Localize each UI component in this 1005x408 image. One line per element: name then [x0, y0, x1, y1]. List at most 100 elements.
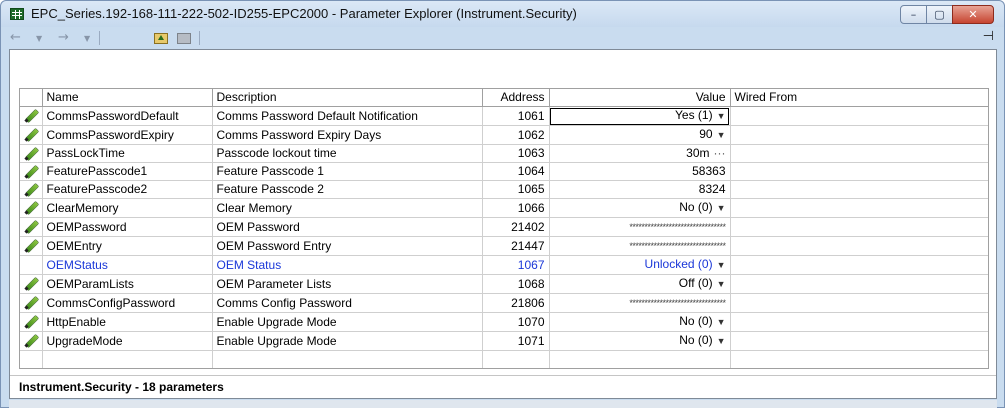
ellipsis-button[interactable]: ··· — [714, 146, 726, 160]
back-arrow-icon[interactable]: ← — [10, 30, 21, 46]
dropdown-arrow-icon[interactable]: ▼ — [717, 111, 726, 121]
table-row[interactable]: HttpEnable Enable Upgrade Mode 1070 No (0) ▼ — [20, 312, 988, 332]
dropdown-arrow-icon[interactable]: ▼ — [717, 130, 726, 140]
param-value-cell[interactable]: 30m ··· — [549, 144, 731, 163]
param-name: OEMPassword — [42, 217, 213, 237]
value-column-header[interactable]: Value — [549, 89, 731, 107]
pencil-icon — [24, 128, 38, 142]
pin-icon[interactable]: ⊣ — [983, 29, 994, 44]
param-value-cell[interactable]: No (0) ▼ — [549, 331, 731, 351]
address-column-header[interactable]: Address — [482, 89, 550, 107]
header-row: Name Description Address Value Wired Fro… — [20, 89, 988, 107]
dropdown-arrow-icon[interactable]: ▼ — [717, 317, 726, 327]
param-value-cell[interactable]: Yes (1) ▼ — [549, 106, 731, 126]
table-row[interactable]: FeaturePasscode2 Feature Passcode 2 1065 83… — [20, 180, 988, 199]
row-icon-cell — [20, 293, 43, 313]
dropdown-arrow-icon[interactable]: ▼ — [717, 279, 726, 289]
param-name: UpgradeMode — [42, 331, 213, 351]
name-column-header[interactable]: Name — [42, 89, 213, 107]
minimize-button[interactable]: – — [900, 5, 927, 24]
param-value-cell[interactable]: Unlocked (0) ▼ — [549, 255, 731, 275]
param-description: Comms Password Expiry Days — [212, 125, 483, 145]
row-icon-cell — [20, 255, 43, 275]
param-description: OEM Status — [212, 255, 483, 275]
toolbar-separator — [199, 31, 200, 45]
description-column-header[interactable]: Description — [212, 89, 483, 107]
param-description: Enable Upgrade Mode — [212, 312, 483, 332]
param-value: Yes (1) — [675, 108, 713, 122]
param-value-cell[interactable]: 90 ▼ — [549, 125, 731, 145]
row-icon-cell — [20, 106, 43, 126]
status-bar: Instrument.Security - 18 parameters — [10, 375, 996, 397]
row-icon-cell — [20, 162, 43, 181]
param-value-cell[interactable]: ******************************** — [549, 293, 731, 313]
param-description: OEM Password Entry — [212, 236, 483, 256]
dropdown-arrow-icon[interactable]: ▼ — [717, 203, 726, 213]
param-address: 1061 — [482, 106, 550, 126]
icon-column-header[interactable] — [20, 89, 43, 107]
param-name: CommsConfigPassword — [42, 293, 213, 313]
empty-cell — [42, 350, 213, 368]
table-row[interactable]: PassLockTime Passcode lockout time 1063 30m… — [20, 144, 988, 163]
param-value-cell[interactable]: 8324 — [549, 180, 731, 199]
param-wired-from — [730, 180, 988, 199]
table-row[interactable]: UpgradeMode Enable Upgrade Mode 1071 No (0)… — [20, 331, 988, 351]
dropdown-arrow-icon[interactable]: ▼ — [717, 336, 726, 346]
title-bar[interactable]: EPC_Series.192-168-111-222-502-ID255-EPC… — [1, 1, 1004, 27]
horizontal-scrollbar[interactable] — [9, 400, 997, 408]
param-value-cell[interactable]: No (0) ▼ — [549, 198, 731, 218]
parameter-panel: Name Description Address Value Wired Fro… — [9, 49, 997, 399]
pencil-icon — [24, 165, 38, 179]
empty-cell — [730, 350, 988, 368]
row-icon-cell — [20, 236, 43, 256]
param-wired-from — [730, 217, 988, 237]
param-address: 1071 — [482, 331, 550, 351]
forward-history-dropdown-icon[interactable]: ▼ — [84, 31, 90, 47]
minimize-icon: – — [910, 8, 917, 21]
maximize-button[interactable]: ▢ — [926, 5, 953, 24]
param-name: OEMParamLists — [42, 274, 213, 294]
param-value: Unlocked (0) — [644, 257, 713, 271]
param-address: 1062 — [482, 125, 550, 145]
parent-folder-icon[interactable] — [154, 33, 168, 44]
forward-arrow-icon[interactable]: → — [58, 30, 69, 46]
table-row[interactable]: FeaturePasscode1 Feature Passcode 1 1064 58… — [20, 162, 988, 181]
table-row[interactable]: ClearMemory Clear Memory 1066 No (0) ▼ — [20, 198, 988, 218]
param-wired-from — [730, 106, 988, 126]
grid-app-icon — [10, 8, 24, 20]
pencil-icon — [24, 109, 38, 123]
back-history-dropdown-icon[interactable]: ▼ — [36, 31, 42, 47]
pencil-icon — [24, 315, 38, 329]
table-row[interactable]: CommsConfigPassword Comms Config Password… — [20, 293, 988, 313]
param-wired-from — [730, 144, 988, 163]
table-row[interactable]: CommsPasswordDefault Comms Password Defau… — [20, 106, 988, 126]
param-value-cell[interactable]: Off (0) ▼ — [549, 274, 731, 294]
param-description: Enable Upgrade Mode — [212, 331, 483, 351]
table-row[interactable]: OEMParamLists OEM Parameter Lists 1068 Off … — [20, 274, 988, 294]
folder-icon[interactable] — [177, 33, 191, 44]
param-address: 1068 — [482, 274, 550, 294]
param-address: 21447 — [482, 236, 550, 256]
table-row[interactable]: OEMStatus OEM Status 1067 Unlocked (0) ▼ — [20, 255, 988, 275]
param-value: No (0) — [679, 200, 713, 214]
dropdown-arrow-icon[interactable]: ▼ — [717, 260, 726, 270]
param-value-cell[interactable]: No (0) ▼ — [549, 312, 731, 332]
param-address: 21806 — [482, 293, 550, 313]
param-wired-from — [730, 125, 988, 145]
param-wired-from — [730, 274, 988, 294]
empty-cell — [482, 350, 550, 368]
empty-cell — [20, 350, 43, 368]
table-row[interactable]: CommsPasswordExpiry Comms Password Expiry… — [20, 125, 988, 145]
row-icon-cell — [20, 331, 43, 351]
close-button[interactable]: ✕ — [952, 5, 994, 24]
table-row[interactable]: OEMPassword OEM Password 21402 ************… — [20, 217, 988, 237]
param-value-cell[interactable]: ******************************** — [549, 217, 731, 237]
wired-from-column-header[interactable]: Wired From — [730, 89, 988, 107]
param-value-cell[interactable]: 58363 — [549, 162, 731, 181]
param-value-cell[interactable]: ******************************** — [549, 236, 731, 256]
table-row[interactable]: OEMEntry OEM Password Entry 21447 *********… — [20, 236, 988, 256]
param-wired-from — [730, 162, 988, 181]
row-icon-cell — [20, 198, 43, 218]
pencil-icon — [24, 296, 38, 310]
param-name: FeaturePasscode1 — [42, 162, 213, 181]
